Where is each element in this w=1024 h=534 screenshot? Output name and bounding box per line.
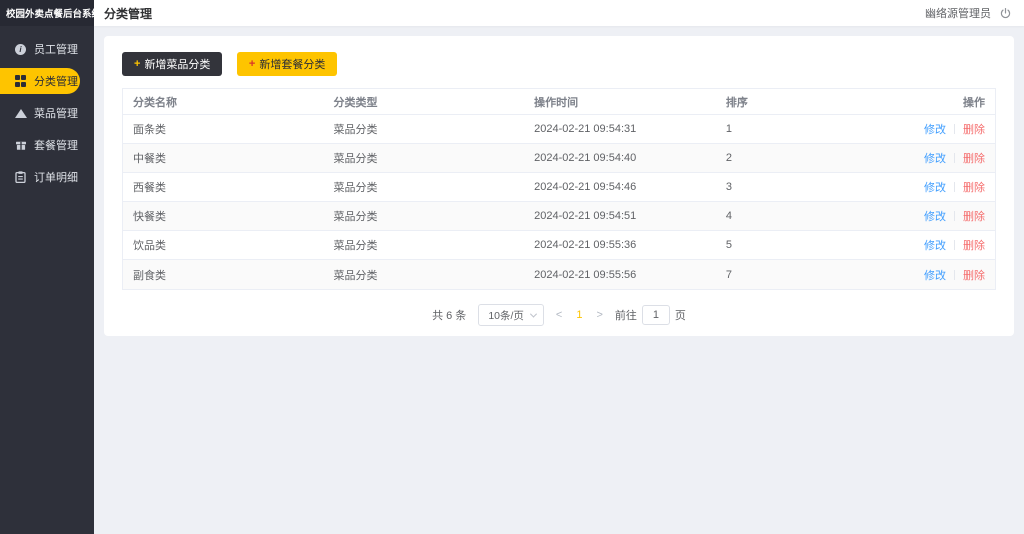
delete-link[interactable]: 删除	[963, 121, 985, 137]
combo-gift-icon	[14, 139, 27, 151]
plus-icon: +	[249, 58, 255, 70]
top-header: 分类管理 幽络源管理员	[94, 0, 1024, 26]
action-divider	[954, 270, 955, 280]
table-row: 面条类 菜品分类 2024-02-21 09:54:31 1 修改 删除	[123, 115, 995, 144]
cell-sort: 5	[716, 239, 864, 251]
delete-link[interactable]: 删除	[963, 208, 985, 224]
action-divider	[954, 153, 955, 163]
cell-sort: 4	[716, 210, 864, 222]
sidebar-item-categories[interactable]: 分类管理	[0, 68, 80, 94]
col-header-actions: 操作	[864, 94, 995, 110]
total-count-text: 共 6 条	[432, 307, 466, 323]
edit-link[interactable]: 修改	[924, 237, 946, 253]
header-user-area: 幽络源管理员	[925, 5, 1012, 21]
page-size-select[interactable]: 10条/页	[478, 304, 544, 326]
cell-type: 菜品分类	[324, 150, 525, 166]
sidebar-item-label: 套餐管理	[34, 137, 78, 153]
sidebar-menu: i 员工管理 分类管理 菜品管理 套餐管理	[0, 26, 94, 196]
category-card: + 新增菜品分类 + 新增套餐分类 分类名称 分类类型 操作时间 排序 操作	[104, 36, 1014, 336]
goto-page-input[interactable]	[642, 305, 670, 325]
cell-name: 中餐类	[123, 150, 324, 166]
sidebar-item-combos[interactable]: 套餐管理	[0, 132, 94, 158]
col-header-type: 分类类型	[324, 94, 525, 110]
sidebar-item-orders[interactable]: 订单明细	[0, 164, 94, 190]
cell-sort: 1	[716, 123, 864, 135]
cell-time: 2024-02-21 09:55:36	[524, 239, 716, 251]
employee-info-icon: i	[14, 44, 27, 55]
delete-link[interactable]: 删除	[963, 150, 985, 166]
page-unit-label: 页	[675, 307, 686, 323]
sidebar-item-label: 菜品管理	[34, 105, 78, 121]
username-text: 幽络源管理员	[925, 5, 991, 21]
plus-icon: +	[134, 58, 140, 70]
table-row: 西餐类 菜品分类 2024-02-21 09:54:46 3 修改 删除	[123, 173, 995, 202]
sidebar-item-label: 分类管理	[34, 73, 78, 89]
cell-type: 菜品分类	[324, 267, 525, 283]
dish-icon	[14, 109, 27, 118]
col-header-time: 操作时间	[524, 94, 716, 110]
pagination: 共 6 条 10条/页 < 1 > 前往 页	[122, 304, 996, 326]
add-combo-category-button[interactable]: + 新增套餐分类	[237, 52, 337, 76]
content-area: + 新增菜品分类 + 新增套餐分类 分类名称 分类类型 操作时间 排序 操作	[94, 26, 1024, 534]
next-page-button[interactable]: >	[596, 309, 602, 321]
table-row: 副食类 菜品分类 2024-02-21 09:55:56 7 修改 删除	[123, 260, 995, 289]
action-divider	[954, 211, 955, 221]
edit-link[interactable]: 修改	[924, 121, 946, 137]
sidebar-item-label: 订单明细	[34, 169, 78, 185]
app-title: 校园外卖点餐后台系统	[0, 0, 94, 26]
delete-link[interactable]: 删除	[963, 237, 985, 253]
cell-sort: 3	[716, 181, 864, 193]
prev-page-button[interactable]: <	[556, 309, 562, 321]
cell-name: 面条类	[123, 121, 324, 137]
cell-name: 副食类	[123, 267, 324, 283]
edit-link[interactable]: 修改	[924, 208, 946, 224]
table-row: 快餐类 菜品分类 2024-02-21 09:54:51 4 修改 删除	[123, 202, 995, 231]
cell-name: 快餐类	[123, 208, 324, 224]
cell-sort: 2	[716, 152, 864, 164]
cell-name: 西餐类	[123, 179, 324, 195]
table-row: 饮品类 菜品分类 2024-02-21 09:55:36 5 修改 删除	[123, 231, 995, 260]
page-title: 分类管理	[104, 5, 152, 22]
cell-sort: 7	[716, 269, 864, 281]
sidebar-item-dishes[interactable]: 菜品管理	[0, 100, 94, 126]
action-divider	[954, 182, 955, 192]
main-area: 分类管理 幽络源管理员 + 新增菜品分类 + 新增套餐分类	[94, 0, 1024, 534]
order-clipboard-icon	[14, 171, 27, 183]
cell-name: 饮品类	[123, 237, 324, 253]
toolbar: + 新增菜品分类 + 新增套餐分类	[122, 52, 996, 76]
col-header-sort: 排序	[716, 94, 864, 110]
sidebar-item-label: 员工管理	[34, 41, 78, 57]
page-number-1[interactable]: 1	[576, 309, 582, 321]
pager: < 1 >	[556, 309, 603, 321]
logout-power-icon[interactable]	[999, 7, 1012, 20]
edit-link[interactable]: 修改	[924, 267, 946, 283]
delete-link[interactable]: 删除	[963, 179, 985, 195]
cell-type: 菜品分类	[324, 121, 525, 137]
sidebar: 校园外卖点餐后台系统 i 员工管理 分类管理 菜品管理 套餐管理	[0, 0, 94, 534]
col-header-name: 分类名称	[123, 94, 324, 110]
table-row: 中餐类 菜品分类 2024-02-21 09:54:40 2 修改 删除	[123, 144, 995, 173]
cell-type: 菜品分类	[324, 237, 525, 253]
action-divider	[954, 124, 955, 134]
add-dish-category-button[interactable]: + 新增菜品分类	[122, 52, 222, 76]
goto-label: 前往	[615, 307, 637, 323]
table-header-row: 分类名称 分类类型 操作时间 排序 操作	[123, 89, 995, 115]
sidebar-item-employees[interactable]: i 员工管理	[0, 36, 94, 62]
goto-page-group: 前往 页	[615, 305, 686, 325]
cell-time: 2024-02-21 09:55:56	[524, 269, 716, 281]
cell-time: 2024-02-21 09:54:51	[524, 210, 716, 222]
cell-time: 2024-02-21 09:54:40	[524, 152, 716, 164]
cell-time: 2024-02-21 09:54:31	[524, 123, 716, 135]
delete-link[interactable]: 删除	[963, 267, 985, 283]
category-grid-icon	[14, 75, 27, 87]
cell-type: 菜品分类	[324, 208, 525, 224]
edit-link[interactable]: 修改	[924, 179, 946, 195]
cell-type: 菜品分类	[324, 179, 525, 195]
action-divider	[954, 240, 955, 250]
chevron-down-icon	[530, 310, 537, 317]
category-table: 分类名称 分类类型 操作时间 排序 操作 面条类 菜品分类 2024-02-21…	[122, 88, 996, 290]
cell-time: 2024-02-21 09:54:46	[524, 181, 716, 193]
edit-link[interactable]: 修改	[924, 150, 946, 166]
